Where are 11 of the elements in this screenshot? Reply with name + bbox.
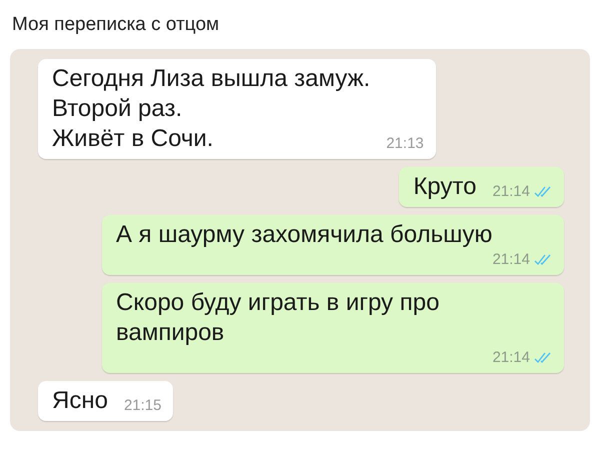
post-caption: Моя переписка с отцом <box>12 13 220 37</box>
message-time: 21:14 <box>492 348 530 368</box>
message-time: 21:14 <box>492 182 530 202</box>
message-text: Сегодня Лиза вышла замуж. Второй раз. Живёт в Сочи. <box>52 64 370 154</box>
message-text: Скоро буду играть в игру про вампиров <box>116 288 440 348</box>
message-time: 21:15 <box>124 396 162 416</box>
message-text: А я шаурму захомячила большую <box>116 220 492 250</box>
message-text: Круто <box>413 172 476 202</box>
message-time: 21:13 <box>386 134 424 154</box>
message-time: 21:14 <box>492 250 530 270</box>
message-text: Ясно <box>52 386 108 416</box>
